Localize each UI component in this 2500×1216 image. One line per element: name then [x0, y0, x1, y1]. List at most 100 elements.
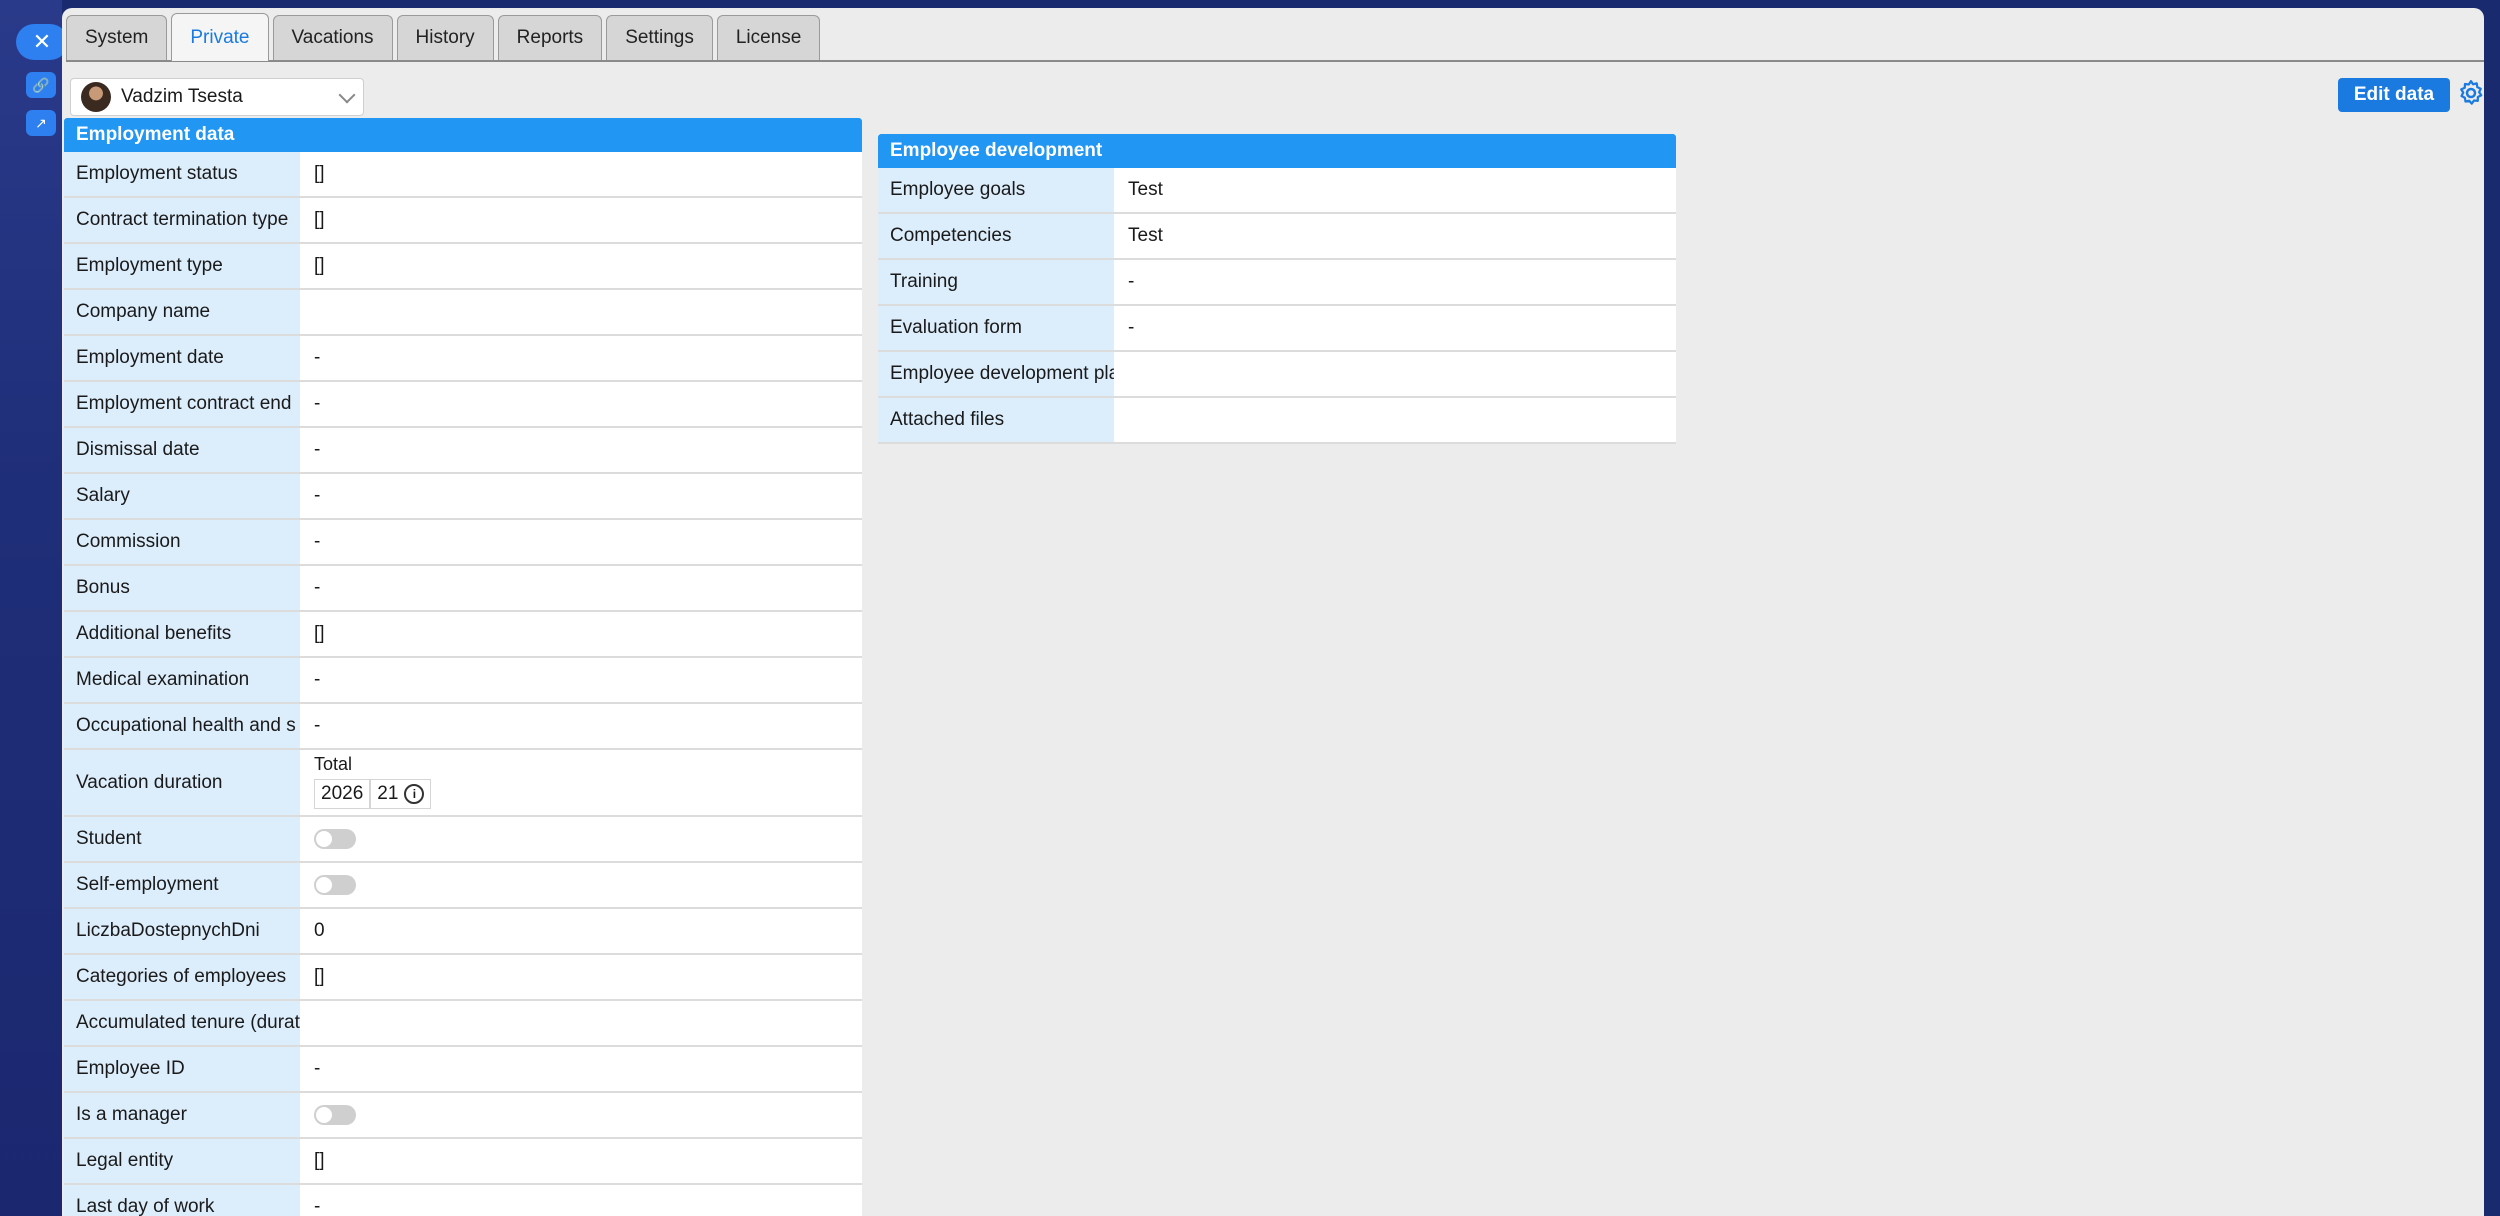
field-row: Employee development pla — [878, 352, 1676, 398]
field-label: Evaluation form — [878, 306, 1114, 350]
field-row: Last day of work - — [64, 1185, 862, 1216]
field-label: Employment contract end — [64, 382, 300, 426]
field-label: Student — [64, 817, 300, 861]
card-title: Employee development — [878, 134, 1676, 168]
tab-vacations[interactable]: Vacations — [272, 15, 393, 60]
field-value: [] — [300, 244, 862, 288]
field-label: Legal entity — [64, 1139, 300, 1183]
field-label: Employee development pla — [878, 352, 1114, 396]
field-row: Employment status[] — [64, 152, 862, 198]
field-value: 0 — [300, 909, 862, 953]
field-label: Occupational health and s — [64, 704, 300, 748]
field-label: Employment status — [64, 152, 300, 196]
field-label: Bonus — [64, 566, 300, 610]
field-row: Categories of employees[] — [64, 955, 862, 1001]
user-name: Vadzim Tsesta — [121, 86, 243, 107]
field-row: Occupational health and s- — [64, 704, 862, 750]
field-value: Test — [1114, 168, 1676, 212]
toggle-switch[interactable] — [314, 875, 356, 895]
tab-private[interactable]: Private — [171, 13, 269, 61]
field-label: Categories of employees — [64, 955, 300, 999]
field-row: Legal entity[] — [64, 1139, 862, 1185]
field-row: Competencies Test — [878, 214, 1676, 260]
field-value: - — [300, 474, 862, 518]
field-row: Employment date - — [64, 336, 862, 382]
field-row: Employee ID - — [64, 1047, 862, 1093]
tab-settings[interactable]: Settings — [606, 15, 713, 60]
field-label: Company name — [64, 290, 300, 334]
user-select[interactable]: Vadzim Tsesta — [70, 78, 364, 116]
tab-license[interactable]: License — [716, 15, 821, 60]
field-row: Evaluation form - — [878, 306, 1676, 352]
info-icon[interactable]: i — [404, 783, 425, 804]
toggle-switch[interactable] — [314, 829, 356, 849]
tab-system[interactable]: System — [66, 15, 168, 60]
field-row: Medical examination - — [64, 658, 862, 704]
field-value: - — [1114, 306, 1676, 350]
field-label: Commission — [64, 520, 300, 564]
field-value: - — [300, 1185, 862, 1216]
field-label: Salary — [64, 474, 300, 518]
tab-bar: System Private Vacations History Reports… — [66, 13, 2484, 62]
field-label: Attached files — [878, 398, 1114, 442]
field-row: LiczbaDostepnychDni 0 — [64, 909, 862, 955]
field-value: - — [1114, 260, 1676, 304]
tab-reports[interactable]: Reports — [497, 15, 603, 60]
avatar — [81, 82, 111, 112]
toggle-switch[interactable] — [314, 1105, 356, 1125]
field-row: Training - — [878, 260, 1676, 306]
tab-history[interactable]: History — [396, 15, 494, 60]
field-label: Employment type — [64, 244, 300, 288]
field-row: Bonus - — [64, 566, 862, 612]
field-label: Employee ID — [64, 1047, 300, 1091]
external-link-icon[interactable]: ↗ — [26, 110, 56, 136]
field-row: Student — [64, 817, 862, 863]
field-row: Self-employment — [64, 863, 862, 909]
background-sidebar — [0, 0, 62, 1216]
field-label: Additional benefits — [64, 612, 300, 656]
field-label: Accumulated tenure (durat — [64, 1001, 300, 1045]
field-label: Contract termination type — [64, 198, 300, 242]
vacation-year: 2026 — [314, 779, 371, 809]
field-value: [] — [300, 198, 862, 242]
field-label: Medical examination — [64, 658, 300, 702]
field-row: Additional benefits[] — [64, 612, 862, 658]
edit-data-button[interactable]: Edit data — [2338, 78, 2450, 112]
field-label: Training — [878, 260, 1114, 304]
field-value: - — [300, 566, 862, 610]
vacation-days: 21 i — [370, 779, 432, 809]
field-row: Is a manager — [64, 1093, 862, 1139]
field-row: Contract termination type[] — [64, 198, 862, 244]
chevron-down-icon — [338, 86, 356, 104]
close-icon[interactable]: ✕ — [16, 24, 68, 60]
field-row: Attached files — [878, 398, 1676, 444]
employment-data-card: Employment data Employment status[] Contr… — [64, 118, 862, 1216]
field-label: Employment date — [64, 336, 300, 380]
field-label: Last day of work — [64, 1185, 300, 1216]
field-value: - — [300, 658, 862, 702]
field-value — [300, 1093, 862, 1137]
field-row: Employment type[] — [64, 244, 862, 290]
field-value: - — [300, 336, 862, 380]
field-row: Accumulated tenure (durat — [64, 1001, 862, 1047]
field-label: Vacation duration — [64, 750, 300, 815]
vacation-total-label: Total — [314, 754, 353, 774]
field-value — [300, 863, 862, 907]
field-label: LiczbaDostepnychDni — [64, 909, 300, 953]
field-value: [] — [300, 955, 862, 999]
field-row: Salary - — [64, 474, 862, 520]
field-label: Competencies — [878, 214, 1114, 258]
field-label: Dismissal date — [64, 428, 300, 472]
field-value: - — [300, 1047, 862, 1091]
field-value: Test — [1114, 214, 1676, 258]
field-row: Employee goals Test — [878, 168, 1676, 214]
field-label: Employee goals — [878, 168, 1114, 212]
field-value: - — [300, 382, 862, 426]
link-icon[interactable]: 🔗 — [26, 72, 56, 98]
gear-icon[interactable] — [2456, 78, 2484, 108]
field-label: Is a manager — [64, 1093, 300, 1137]
field-label: Self-employment — [64, 863, 300, 907]
field-value: [] — [300, 612, 862, 656]
field-value — [300, 1001, 862, 1045]
field-value: [] — [300, 1139, 862, 1183]
